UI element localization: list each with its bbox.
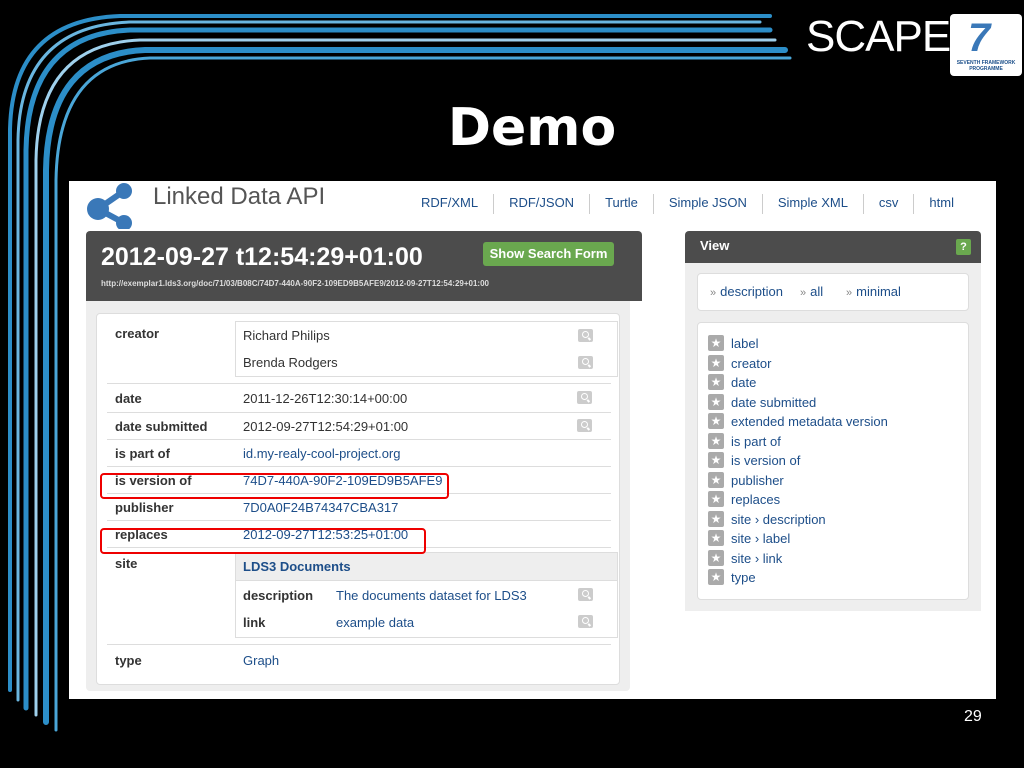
property-row-is-part-of: is part of id.my-realy-cool-project.org — [107, 440, 611, 467]
search-icon[interactable] — [577, 419, 592, 432]
resource-uri[interactable]: http://exemplar1.lds3.org/doc/71/03/B08C… — [101, 279, 489, 288]
star-icon[interactable]: ★ — [708, 452, 724, 468]
site-field-link[interactable]: example data — [336, 615, 414, 630]
property-label: date submitted — [115, 419, 208, 434]
property-label: creator — [115, 326, 160, 341]
site-details: LDS3 Documents description The documents… — [235, 552, 618, 638]
property-label: date — [115, 391, 142, 406]
property-row-date: date 2011-12-26T12:30:14+00:00 — [107, 384, 611, 413]
field-list: ★ label ★ creator ★ date ★ date submitted ★ e… — [697, 322, 969, 600]
star-icon[interactable]: ★ — [708, 491, 724, 507]
property-value-link[interactable]: id.my-realy-cool-project.org — [243, 446, 401, 461]
highlight-is-version-of — [100, 473, 449, 499]
property-label: publisher — [115, 500, 174, 515]
property-row-type: type Graph — [107, 645, 611, 675]
property-row-creator: creator Richard Philips Brenda Rodgers — [107, 314, 618, 384]
star-icon[interactable]: ★ — [708, 374, 724, 390]
property-value-link[interactable]: 7D0A0F24B74347CBA317 — [243, 500, 398, 515]
format-link-simple-xml[interactable]: Simple XML — [761, 194, 863, 214]
property-table: creator Richard Philips Brenda Rodgers d… — [96, 313, 620, 685]
view-option-minimal[interactable]: » minimal — [846, 284, 901, 299]
view-option-description[interactable]: » description — [710, 284, 783, 299]
resource-title: 2012-09-27 t12:54:29+01:00 — [101, 243, 423, 271]
view-title: View — [700, 238, 730, 253]
fp7-logo: 7 SEVENTH FRAMEWORK PROGRAMME — [950, 14, 1022, 76]
brand-logo-text: SCAPE — [806, 12, 951, 61]
chevron-right-icon: » — [846, 287, 853, 299]
app-name: Linked Data API — [153, 183, 326, 210]
format-link-turtle[interactable]: Turtle — [589, 194, 653, 214]
format-link-rdfjson[interactable]: RDF/JSON — [493, 194, 589, 214]
star-icon[interactable]: ★ — [708, 335, 724, 351]
view-panel-header: View ? — [685, 231, 981, 263]
star-icon[interactable]: ★ — [708, 394, 724, 410]
search-icon[interactable] — [578, 615, 593, 628]
creator-values: Richard Philips Brenda Rodgers — [235, 321, 618, 377]
property-label: is part of — [115, 446, 170, 461]
slide-title: Demo — [447, 98, 617, 158]
format-link-rdfxml[interactable]: RDF/XML — [406, 194, 493, 214]
star-icon[interactable]: ★ — [708, 511, 724, 527]
star-icon[interactable]: ★ — [708, 472, 724, 488]
site-name-link[interactable]: LDS3 Documents — [243, 559, 351, 574]
format-link-simple-json[interactable]: Simple JSON — [652, 194, 762, 214]
property-value-link[interactable]: Graph — [243, 653, 279, 668]
search-icon[interactable] — [577, 391, 592, 404]
site-field-value: The documents dataset for LDS3 — [336, 588, 527, 603]
star-icon[interactable]: ★ — [708, 355, 724, 371]
highlight-replaces — [100, 528, 426, 554]
star-icon[interactable]: ★ — [708, 550, 724, 566]
property-value: 2012-09-27T12:54:29+01:00 — [243, 419, 409, 434]
help-button[interactable]: ? — [956, 239, 971, 255]
creator-value: Richard Philips — [243, 328, 330, 343]
property-value: 2011-12-26T12:30:14+00:00 — [243, 391, 408, 406]
star-icon[interactable]: ★ — [708, 530, 724, 546]
site-header: LDS3 Documents — [236, 553, 617, 581]
linked-data-api-screenshot: Linked Data API RDF/XML RDF/JSON Turtle … — [69, 181, 996, 699]
slide-page-number: 29 — [964, 708, 982, 725]
star-icon[interactable]: ★ — [708, 433, 724, 449]
property-row-site: site LDS3 Documents description The docu… — [107, 548, 618, 645]
site-field-label: description — [243, 588, 314, 603]
property-row-date-submitted: date submitted 2012-09-27T12:54:29+01:00 — [107, 413, 611, 440]
chevron-right-icon: » — [710, 287, 717, 299]
format-link-html[interactable]: html — [913, 194, 969, 214]
property-label: site — [115, 556, 138, 571]
format-link-csv[interactable]: csv — [862, 194, 914, 214]
star-icon[interactable]: ★ — [708, 569, 724, 585]
search-icon[interactable] — [578, 588, 593, 601]
site-field-label: link — [243, 615, 266, 630]
format-links: RDF/XML RDF/JSON Turtle Simple JSON Simp… — [406, 194, 969, 214]
show-search-form-button[interactable]: Show Search Form — [483, 242, 614, 266]
search-icon[interactable] — [578, 329, 593, 342]
search-icon[interactable] — [578, 356, 593, 369]
linked-data-logo-icon — [87, 183, 132, 229]
creator-value: Brenda Rodgers — [243, 355, 338, 370]
chevron-right-icon: » — [800, 287, 807, 299]
star-icon[interactable]: ★ — [708, 413, 724, 429]
view-panel: » description » all » minimal ★ label ★ creat… — [685, 263, 981, 611]
view-option-all[interactable]: » all — [800, 284, 823, 299]
fp7-logo-text: SEVENTH FRAMEWORK PROGRAMME — [956, 60, 1016, 72]
property-label: type — [115, 653, 142, 668]
view-options: » description » all » minimal — [697, 273, 969, 311]
